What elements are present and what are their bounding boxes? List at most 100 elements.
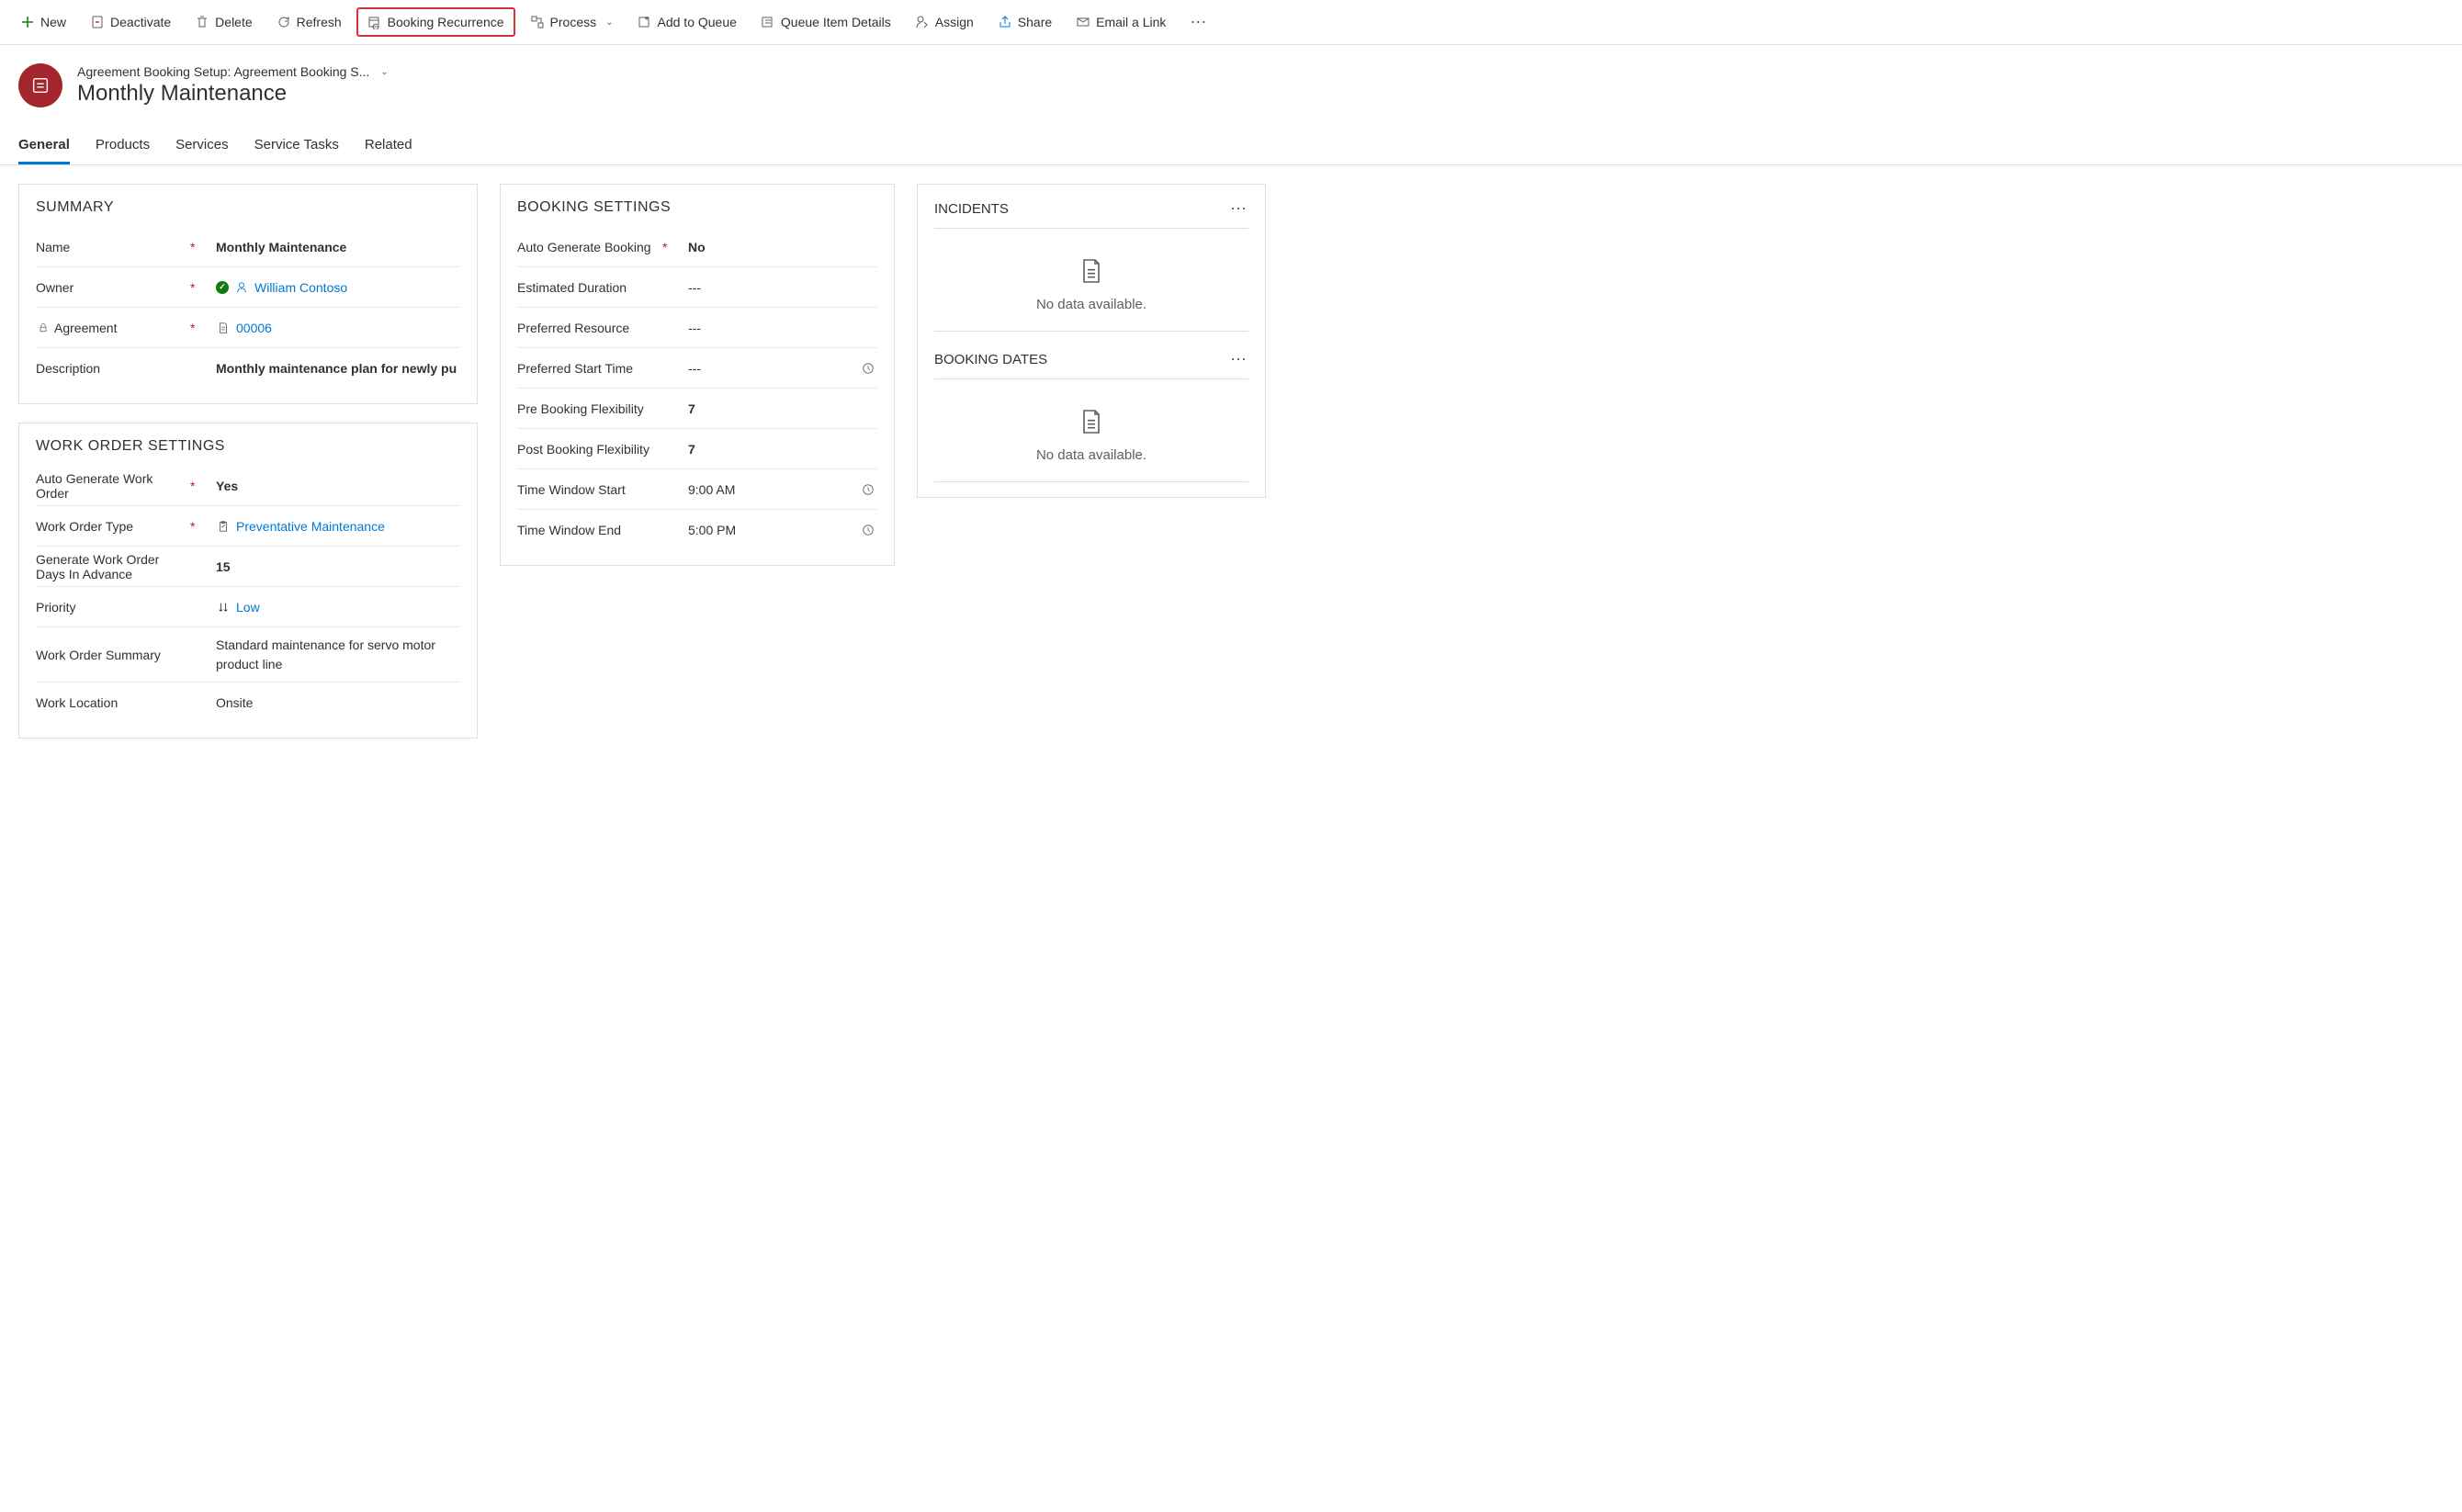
page-title: Monthly Maintenance	[77, 81, 389, 107]
delete-button[interactable]: Delete	[186, 9, 261, 35]
process-icon	[530, 15, 545, 29]
wo-summary-value: Standard maintenance for servo motor pro…	[216, 636, 460, 674]
booking-settings-section: BOOKING SETTINGS Auto Generate Booking *…	[500, 184, 895, 566]
field-days-advance[interactable]: Generate Work Order Days In Advance 15	[36, 547, 460, 587]
priority-label: Priority	[36, 600, 183, 615]
booking-dates-section: BOOKING DATES ⋯ No data available.	[934, 350, 1248, 482]
days-advance-value: 15	[216, 559, 460, 574]
field-est-duration[interactable]: Estimated Duration ---	[517, 267, 877, 308]
process-button[interactable]: Process ⌄	[521, 9, 623, 35]
booking-dates-more-button[interactable]: ⋯	[1230, 350, 1248, 369]
field-auto-generate-wo[interactable]: Auto Generate Work Order * Yes	[36, 466, 460, 506]
field-wo-type[interactable]: Work Order Type * Preventative Maintenan…	[36, 506, 460, 547]
clock-icon[interactable]	[859, 362, 877, 375]
field-priority[interactable]: Priority Low	[36, 587, 460, 627]
deactivate-icon	[90, 15, 105, 29]
document-icon	[1077, 407, 1106, 436]
field-auto-generate-booking[interactable]: Auto Generate Booking * No	[517, 227, 877, 267]
work-order-title: WORK ORDER SETTINGS	[36, 438, 460, 455]
tab-service-tasks[interactable]: Service Tasks	[254, 128, 339, 164]
refresh-button[interactable]: Refresh	[267, 9, 351, 35]
priority-value[interactable]: Low	[236, 600, 260, 615]
booking-title: BOOKING SETTINGS	[517, 199, 877, 216]
breadcrumb[interactable]: Agreement Booking Setup: Agreement Booki…	[77, 64, 389, 79]
clock-icon[interactable]	[859, 524, 877, 536]
email-icon	[1076, 15, 1090, 29]
clipboard-icon	[216, 519, 231, 534]
est-duration-label: Estimated Duration	[517, 280, 655, 295]
description-value: Monthly maintenance plan for newly pu	[216, 361, 460, 376]
incidents-empty-text: No data available.	[1036, 297, 1146, 312]
owner-label: Owner	[36, 280, 183, 295]
assign-button[interactable]: Assign	[906, 9, 983, 35]
pref-start-value: ---	[688, 361, 852, 376]
add-to-queue-label: Add to Queue	[658, 15, 737, 29]
field-wo-summary[interactable]: Work Order Summary Standard maintenance …	[36, 627, 460, 683]
queue-details-icon	[761, 15, 775, 29]
post-flex-label: Post Booking Flexibility	[517, 442, 655, 457]
new-button[interactable]: New	[11, 9, 75, 35]
incidents-empty: No data available.	[934, 229, 1248, 332]
required-indicator: *	[662, 240, 681, 254]
lock-icon	[36, 321, 51, 335]
field-pref-start-time[interactable]: Preferred Start Time ---	[517, 348, 877, 389]
form-tabs: General Products Services Service Tasks …	[0, 128, 2462, 165]
assign-label: Assign	[935, 15, 974, 29]
required-indicator: *	[190, 321, 209, 335]
booking-dates-empty: No data available.	[934, 379, 1248, 482]
deactivate-button[interactable]: Deactivate	[81, 9, 180, 35]
queue-item-details-button[interactable]: Queue Item Details	[751, 9, 900, 35]
clock-icon[interactable]	[859, 483, 877, 496]
tab-products[interactable]: Products	[96, 128, 150, 164]
delete-label: Delete	[215, 15, 252, 29]
share-button[interactable]: Share	[988, 9, 1061, 35]
field-name[interactable]: Name * Monthly Maintenance	[36, 227, 460, 267]
auto-gen-wo-value: Yes	[216, 479, 460, 493]
more-commands-button[interactable]: ⋯	[1180, 13, 1217, 32]
record-header: Agreement Booking Setup: Agreement Booki…	[0, 45, 2462, 117]
window-end-value: 5:00 PM	[688, 523, 852, 537]
wo-type-value[interactable]: Preventative Maintenance	[236, 519, 385, 534]
description-label: Description	[36, 361, 183, 376]
work-order-settings-section: WORK ORDER SETTINGS Auto Generate Work O…	[18, 423, 478, 739]
owner-value[interactable]: William Contoso	[254, 280, 347, 295]
new-label: New	[40, 15, 66, 29]
chevron-down-icon: ⌄	[380, 67, 388, 77]
tab-services[interactable]: Services	[175, 128, 229, 164]
incidents-title: INCIDENTS	[934, 201, 1009, 217]
post-flex-value: 7	[688, 442, 877, 457]
field-window-start[interactable]: Time Window Start 9:00 AM	[517, 469, 877, 510]
name-label: Name	[36, 240, 183, 254]
auto-gen-booking-label: Auto Generate Booking	[517, 240, 655, 254]
field-pre-flex[interactable]: Pre Booking Flexibility 7	[517, 389, 877, 429]
tab-general[interactable]: General	[18, 128, 70, 164]
field-agreement[interactable]: Agreement * 00006	[36, 308, 460, 348]
pref-start-label: Preferred Start Time	[517, 361, 655, 376]
work-location-value: Onsite	[216, 695, 460, 710]
email-link-button[interactable]: Email a Link	[1067, 9, 1175, 35]
document-icon	[1077, 256, 1106, 286]
tab-related[interactable]: Related	[365, 128, 412, 164]
agreement-label: Agreement	[54, 321, 117, 335]
booking-recurrence-button[interactable]: Booking Recurrence	[356, 7, 515, 37]
field-description[interactable]: Description Monthly maintenance plan for…	[36, 348, 460, 389]
work-location-label: Work Location	[36, 695, 183, 710]
booking-recurrence-label: Booking Recurrence	[388, 15, 504, 29]
required-indicator: *	[190, 479, 209, 493]
status-ok-icon: ✓	[216, 281, 229, 294]
agreement-value[interactable]: 00006	[236, 321, 272, 335]
field-window-end[interactable]: Time Window End 5:00 PM	[517, 510, 877, 550]
summary-title: SUMMARY	[36, 199, 460, 216]
share-label: Share	[1018, 15, 1052, 29]
add-to-queue-button[interactable]: Add to Queue	[628, 9, 746, 35]
auto-gen-booking-value: No	[688, 240, 877, 254]
field-owner[interactable]: Owner * ✓ William Contoso	[36, 267, 460, 308]
queue-item-details-label: Queue Item Details	[781, 15, 891, 29]
incidents-more-button[interactable]: ⋯	[1230, 199, 1248, 219]
field-work-location[interactable]: Work Location Onsite	[36, 683, 460, 723]
field-post-flex[interactable]: Post Booking Flexibility 7	[517, 429, 877, 469]
person-icon	[234, 280, 249, 295]
refresh-icon	[277, 15, 291, 29]
field-pref-resource[interactable]: Preferred Resource ---	[517, 308, 877, 348]
chevron-down-icon: ⌄	[605, 17, 613, 28]
